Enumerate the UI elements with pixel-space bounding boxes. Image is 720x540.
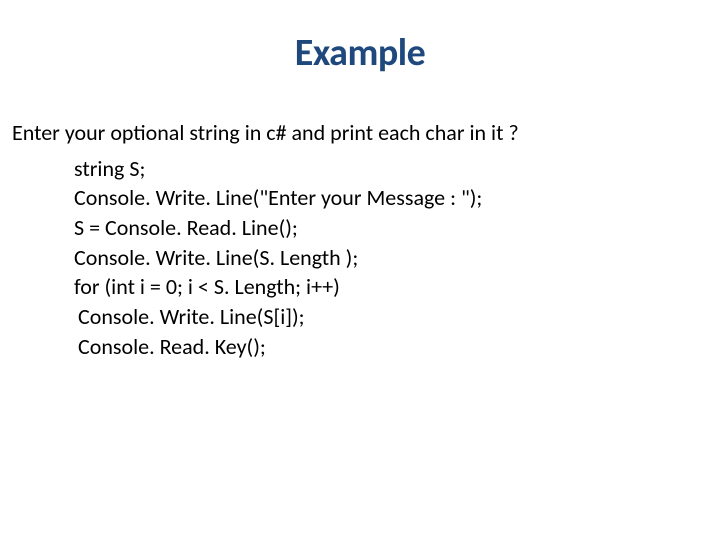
code-line: S = Console. Read. Line();	[74, 213, 708, 243]
code-line: Console. Write. Line(S[i]);	[74, 302, 708, 332]
code-line: string S;	[74, 154, 708, 184]
code-line: Console. Read. Key();	[74, 332, 708, 362]
code-line: Console. Write. Line("Enter your Message…	[74, 183, 708, 213]
code-block: string S; Console. Write. Line("Enter yo…	[12, 154, 708, 362]
code-line: Console. Write. Line(S. Length );	[74, 243, 708, 273]
prompt-text: Enter your optional string in c# and pri…	[12, 118, 708, 148]
slide-title: Example	[12, 30, 708, 76]
code-line: for (int i = 0; i < S. Length; i++)	[74, 272, 708, 302]
slide-container: Example Enter your optional string in c#…	[0, 0, 720, 540]
